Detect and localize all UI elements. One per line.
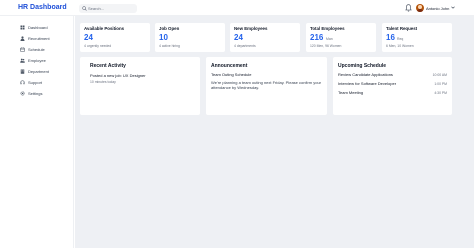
gear-icon — [20, 90, 25, 96]
users-icon — [20, 58, 25, 63]
avatar[interactable] — [416, 4, 424, 12]
app-title[interactable]: HR Dashboard — [18, 3, 67, 12]
stat-title: Available Positions — [84, 26, 125, 31]
stat-subtitle: 4 departments — [234, 44, 256, 48]
stat-value: 16 — [386, 33, 395, 42]
stat-card-talent-request[interactable]: Talent Request 16 Req 6 Men, 10 Women — [382, 23, 452, 52]
stat-title: Job Open — [159, 26, 180, 31]
sidebar-item-schedule[interactable]: Schedule — [20, 45, 74, 53]
chevron-down-icon[interactable] — [451, 6, 455, 9]
search-placeholder: Search... — [88, 5, 105, 11]
schedule-item-time: 4:30 PM — [434, 90, 447, 95]
schedule-item-name: Review Candidate Applications — [338, 72, 393, 77]
stat-card-job-open[interactable]: Job Open 10 4 active hiring — [155, 23, 225, 52]
stat-value: 24 — [234, 33, 243, 42]
sidebar: Dashboard Recruitment Schedule Employee … — [0, 16, 74, 248]
announcement-item-title[interactable]: Team Outing Schedule — [211, 72, 251, 77]
announcement-panel: Announcement Team Outing Schedule We're … — [206, 57, 327, 115]
panel-title: Recent Activity — [90, 63, 126, 69]
schedule-item[interactable]: Review Candidate Applications 10:00 AM — [338, 72, 447, 77]
activity-item-title[interactable]: Posted a new job: UX Designer — [90, 73, 146, 78]
calendar-icon — [20, 46, 25, 52]
search-input[interactable]: Search... — [79, 4, 137, 13]
announcement-item-body: We're planning a team outing next Friday… — [211, 80, 322, 90]
stat-title: Talent Request — [386, 26, 418, 31]
schedule-item-time: 10:00 AM — [432, 72, 447, 77]
stat-subtitle: 120 Men, 96 Women — [310, 44, 342, 48]
schedule-item-name: Interview for Software Developer — [338, 81, 397, 86]
sidebar-item-label: Recruitment — [28, 35, 50, 41]
sidebar-item-label: Dashboard — [28, 24, 48, 30]
top-bar: HR Dashboard Search... Antonio John — [0, 0, 474, 16]
panel-title: Announcement — [211, 63, 248, 69]
sidebar-item-label: Settings — [28, 90, 43, 96]
stat-card-available-positions[interactable]: Available Positions 24 4 urgently needed — [80, 23, 150, 52]
user-name[interactable]: Antonio John — [426, 6, 449, 11]
grid-icon — [20, 25, 25, 29]
stat-unit: Req — [397, 36, 404, 41]
stat-card-total-employees[interactable]: Total Employees 216 Man 120 Men, 96 Wome… — [306, 23, 376, 52]
schedule-item-time: 1:00 PM — [434, 81, 447, 86]
search-icon — [82, 6, 87, 11]
stat-title: New Employees — [234, 26, 268, 31]
user-icon — [20, 35, 25, 41]
sidebar-item-recruitment[interactable]: Recruitment — [20, 34, 74, 42]
sidebar-item-settings[interactable]: Settings — [20, 89, 74, 97]
schedule-item[interactable]: Team Meeting 4:30 PM — [338, 90, 447, 95]
upcoming-schedule-panel: Upcoming Schedule Review Candidate Appli… — [333, 57, 452, 115]
stat-value: 216 — [310, 33, 324, 42]
panel-title: Upcoming Schedule — [338, 63, 387, 69]
schedule-item-name: Team Meeting — [338, 90, 364, 95]
stat-subtitle: 4 urgently needed — [84, 44, 112, 48]
stat-subtitle: 6 Men, 10 Women — [386, 44, 414, 48]
recent-activity-panel: Recent Activity Posted a new job: UX Des… — [80, 57, 200, 115]
stat-value: 24 — [84, 33, 93, 42]
sidebar-item-dashboard[interactable]: Dashboard — [20, 23, 74, 31]
stat-card-new-employees[interactable]: New Employees 24 4 departments — [230, 23, 300, 52]
sidebar-item-department[interactable]: Department — [20, 67, 74, 75]
activity-item-time: 10 minutes today — [90, 80, 116, 84]
sidebar-item-support[interactable]: Support — [20, 78, 74, 86]
schedule-item[interactable]: Interview for Software Developer 1:00 PM — [338, 81, 447, 86]
headset-icon — [20, 79, 25, 84]
stat-value: 10 — [159, 33, 168, 42]
stat-subtitle: 4 active hiring — [159, 44, 180, 48]
stat-title: Total Employees — [310, 26, 345, 31]
bell-icon[interactable] — [405, 4, 412, 12]
sidebar-item-label: Support — [28, 79, 43, 85]
main-content: Available Positions 24 4 urgently needed… — [75, 16, 474, 248]
sidebar-item-employee[interactable]: Employee — [20, 56, 74, 64]
building-icon — [20, 69, 25, 74]
stat-unit: Man — [326, 36, 333, 41]
sidebar-item-label: Employee — [28, 57, 46, 63]
sidebar-item-label: Department — [28, 68, 49, 74]
sidebar-item-label: Schedule — [28, 46, 45, 52]
